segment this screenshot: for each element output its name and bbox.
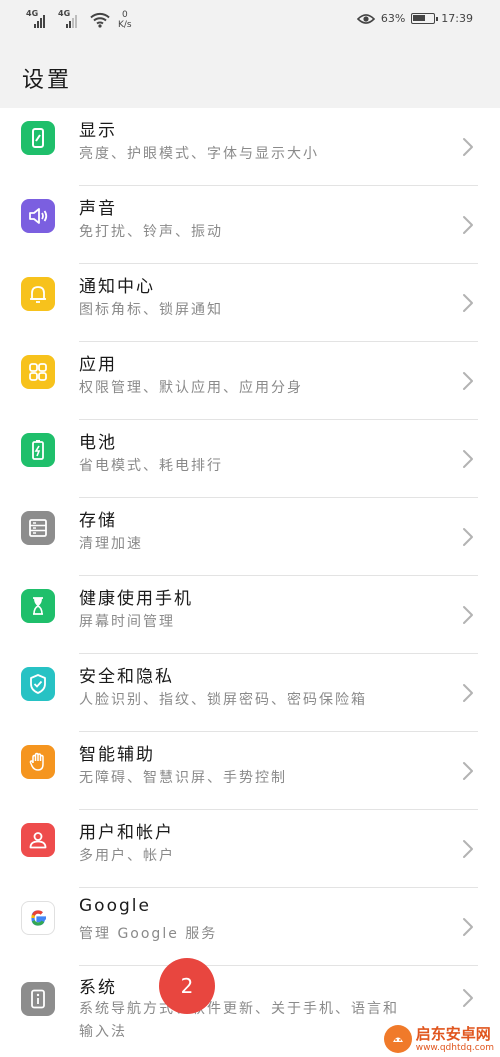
chevron-right-icon [463, 528, 473, 546]
chevron-right-icon [463, 606, 473, 624]
header: 设置 [0, 40, 500, 108]
settings-item-subtitle: 免打扰、铃声、振动 [79, 224, 223, 240]
settings-item-title: 通知中心 [79, 277, 155, 297]
display-icon [21, 121, 55, 155]
hourglass-icon [21, 589, 55, 623]
page-title: 设置 [22, 68, 73, 93]
apps-icon [21, 355, 55, 389]
settings-item-title: 应用 [79, 355, 117, 375]
settings-item-subtitle: 图标角标、锁屏通知 [79, 302, 223, 318]
settings-item-subtitle: 人脸识别、指纹、锁屏密码、密码保险箱 [79, 692, 367, 708]
settings-item-title: 智能辅助 [79, 745, 155, 765]
chevron-right-icon [463, 684, 473, 702]
chevron-right-icon [463, 762, 473, 780]
chevron-right-icon [463, 918, 473, 936]
clock: 17:39 [441, 12, 473, 25]
google-icon [21, 901, 55, 935]
wifi-icon [90, 12, 110, 28]
settings-item-title: 安全和隐私 [79, 667, 174, 687]
network-speed-unit: K/s [118, 20, 132, 30]
settings-list: 显示亮度、护眼模式、字体与显示大小声音免打扰、铃声、振动通知中心图标角标、锁屏通… [0, 108, 500, 1057]
settings-item-11[interactable]: Google 管理 Google 服务 [0, 888, 500, 966]
chevron-right-icon [463, 216, 473, 234]
annotation-badge: 2 [159, 958, 215, 1014]
status-bar: 4G 4G 0 K/s 63% 17:39 [0, 0, 500, 40]
settings-item-title: Google [79, 896, 151, 916]
settings-item-subtitle: 屏幕时间管理 [79, 614, 175, 630]
settings-item-subtitle: 无障碍、智慧识屏、手势控制 [79, 770, 287, 786]
settings-item-title: 系统 [79, 978, 117, 998]
settings-item-5[interactable]: 电池省电模式、耗电排行 [0, 420, 500, 498]
chevron-right-icon [463, 840, 473, 858]
status-right: 63% 17:39 [356, 12, 473, 25]
user-icon [21, 823, 55, 857]
signal-icon: 4G [26, 10, 52, 28]
shield-icon [21, 667, 55, 701]
storage-icon [21, 511, 55, 545]
eye-comfort-icon [356, 13, 375, 24]
settings-item-subtitle: 清理加速 [79, 536, 143, 552]
status-left: 4G 4G 0 K/s [26, 10, 132, 31]
watermark-name: 启东安卓网 [415, 1024, 491, 1043]
hand-icon [21, 745, 55, 779]
battery-percent: 63% [380, 12, 406, 25]
watermark-logo-icon [383, 1025, 412, 1053]
settings-item-subtitle: 权限管理、默认应用、应用分身 [79, 380, 303, 396]
settings-item-title: 存储 [79, 511, 117, 531]
settings-item-9[interactable]: 智能辅助无障碍、智慧识屏、手势控制 [0, 732, 500, 810]
chevron-right-icon [463, 294, 473, 312]
settings-item-subtitle: 多用户、帐户 [79, 848, 175, 864]
system-icon [21, 982, 55, 1016]
chevron-right-icon [463, 372, 473, 390]
settings-item-subtitle: 系统导航方式、软件更新、关于手机、语言和 [79, 1001, 399, 1017]
chevron-right-icon [463, 450, 473, 468]
settings-item-title: 电池 [79, 433, 117, 453]
settings-item-subtitle: 亮度、护眼模式、字体与显示大小 [79, 146, 319, 162]
settings-item-1[interactable]: 显示亮度、护眼模式、字体与显示大小 [0, 108, 500, 186]
settings-item-subtitle: 管理 Google 服务 [79, 926, 218, 942]
settings-item-8[interactable]: 安全和隐私人脸识别、指纹、锁屏密码、密码保险箱 [0, 654, 500, 732]
settings-item-3[interactable]: 通知中心图标角标、锁屏通知 [0, 264, 500, 342]
settings-item-title: 显示 [79, 121, 117, 141]
chevron-right-icon [463, 989, 473, 1007]
network-speed-value: 0 [121, 10, 128, 20]
signal-icon: 4G [58, 10, 84, 28]
settings-item-7[interactable]: 健康使用手机屏幕时间管理 [0, 576, 500, 654]
watermark-url: www.qdhtdq.com [415, 1042, 494, 1053]
watermark: 启东安卓网 www.qdhtdq.com [383, 1024, 494, 1053]
settings-item-4[interactable]: 应用权限管理、默认应用、应用分身 [0, 342, 500, 420]
settings-item-subtitle: 省电模式、耗电排行 [79, 458, 223, 474]
settings-item-title: 声音 [79, 199, 117, 219]
settings-item-10[interactable]: 用户和帐户多用户、帐户 [0, 810, 500, 888]
settings-item-title: 用户和帐户 [79, 823, 174, 843]
sound-icon [21, 199, 55, 233]
settings-item-2[interactable]: 声音免打扰、铃声、振动 [0, 186, 500, 264]
settings-item-6[interactable]: 存储 清理加速 [0, 498, 500, 576]
settings-item-subtitle-line2: 输入法 [79, 1024, 127, 1040]
network-speed: 0 K/s [118, 10, 132, 30]
bell-icon [21, 277, 55, 311]
battery-icon [21, 433, 55, 467]
battery-icon [411, 13, 439, 24]
settings-item-title: 健康使用手机 [79, 589, 193, 609]
chevron-right-icon [463, 138, 473, 156]
